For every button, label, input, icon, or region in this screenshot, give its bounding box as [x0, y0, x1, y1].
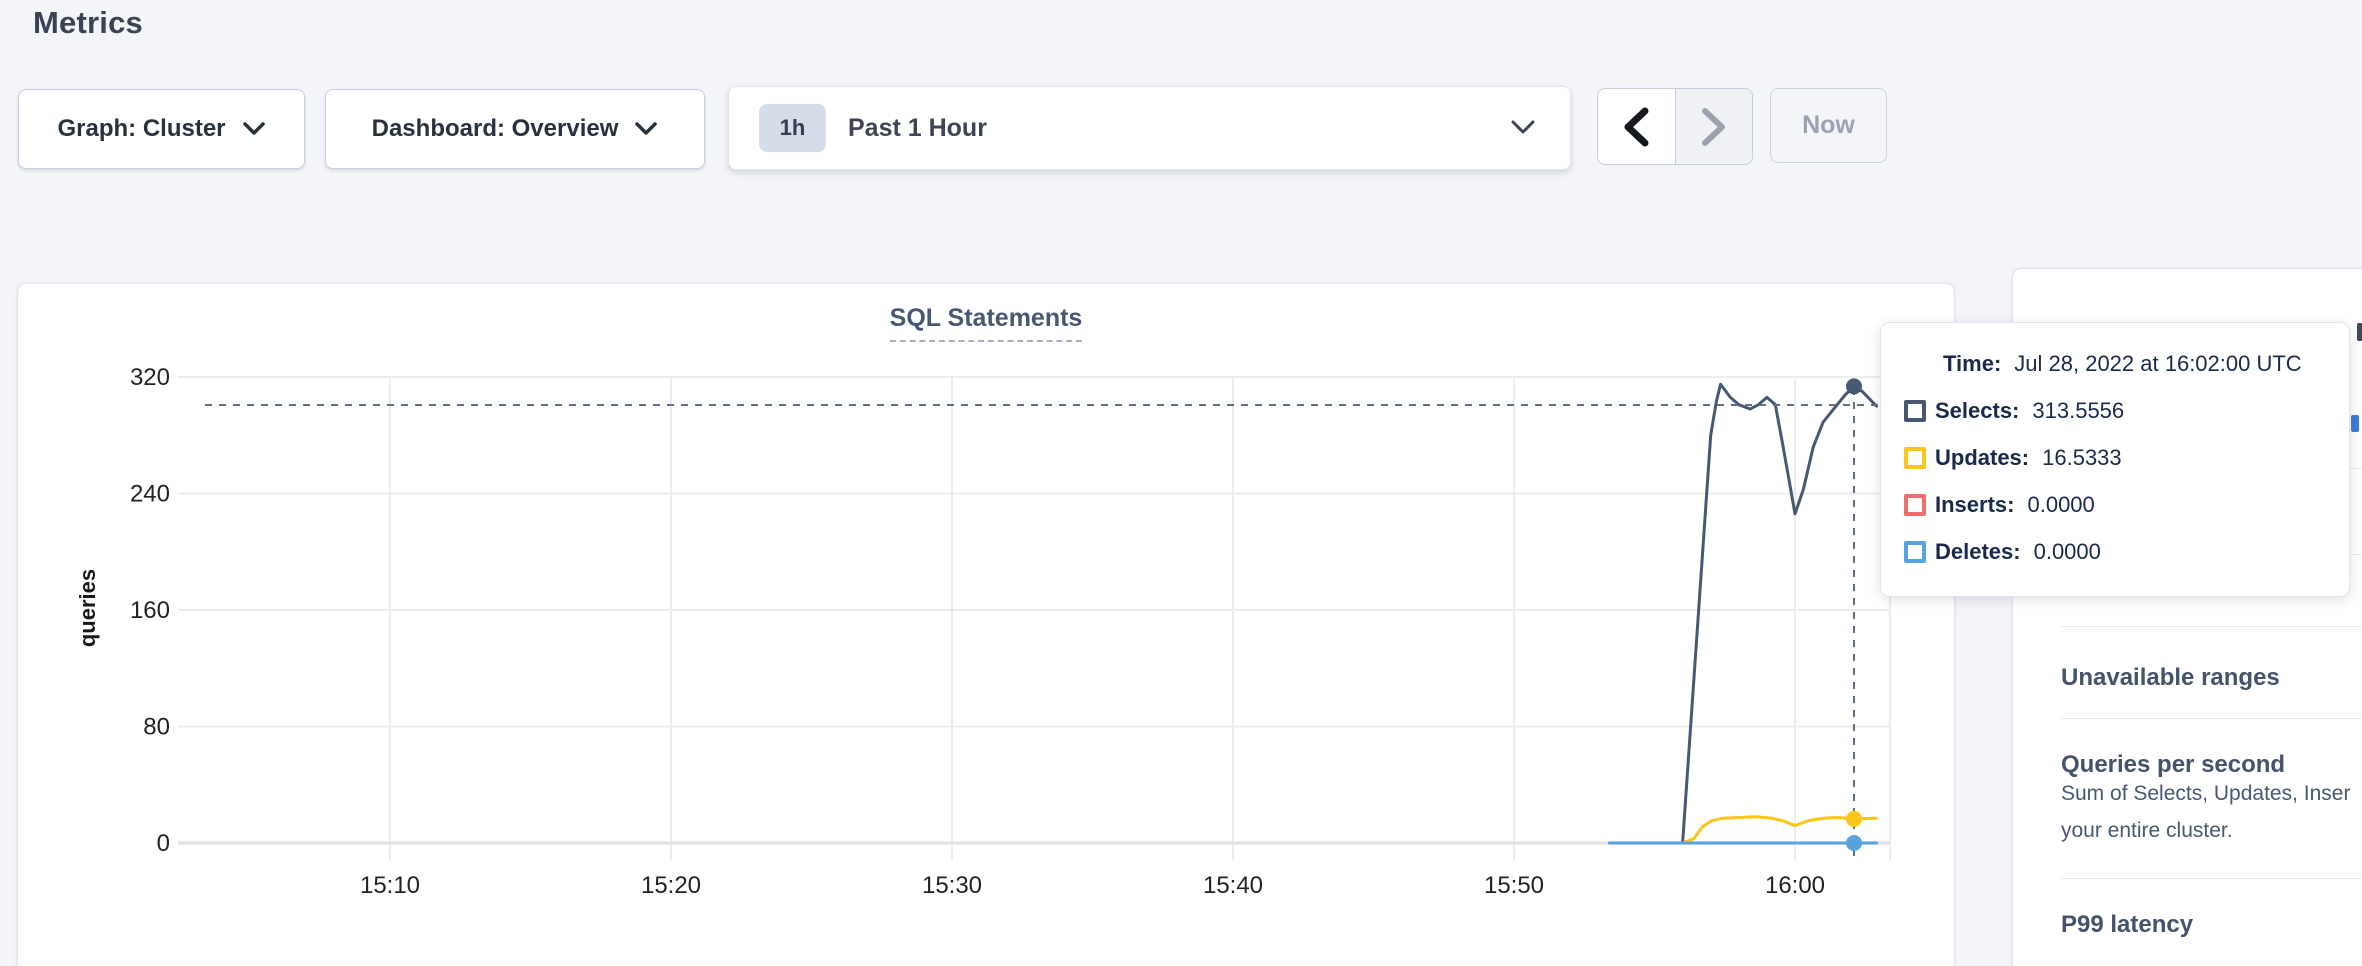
selects-swatch-icon [1904, 400, 1926, 422]
prev-time-button[interactable] [1598, 89, 1675, 164]
tooltip-deletes-value: 0.0000 [2034, 539, 2101, 565]
tooltip-inserts-value: 0.0000 [2027, 492, 2094, 518]
chevron-down-icon [634, 121, 658, 137]
tooltip-selects-label: Selects: [1935, 398, 2019, 424]
time-range-selector[interactable]: 1h Past 1 Hour [728, 86, 1571, 170]
divider [2061, 626, 2362, 627]
time-range-badge: 1h [759, 104, 826, 152]
page-title: Metrics [33, 5, 143, 41]
dashboard-dropdown[interactable]: Dashboard: Overview [325, 89, 705, 169]
tooltip-deletes-label: Deletes: [1935, 539, 2021, 565]
tooltip-time-value: Jul 28, 2022 at 16:02:00 UTC [2014, 351, 2301, 377]
clipped-link-glyph[interactable] [2351, 415, 2359, 432]
deletes-swatch-icon [1904, 541, 1926, 563]
chevron-right-icon [1700, 107, 1728, 147]
description-line: your entire cluster. [2061, 819, 2233, 842]
graph-dropdown-label: Graph: Cluster [57, 115, 225, 143]
sidebar-item-unavailable-ranges: Unavailable ranges [2061, 664, 2280, 692]
tooltip-updates-value: 16.5333 [2042, 445, 2122, 471]
chevron-down-icon [1510, 119, 1536, 137]
dashboard-dropdown-label: Dashboard: Overview [372, 115, 619, 143]
divider [2061, 718, 2362, 719]
sidebar-item-p99-latency: P99 latency [2061, 911, 2193, 939]
chevron-down-icon [242, 121, 266, 137]
tooltip-time-label: Time: [1943, 351, 2001, 377]
now-button[interactable]: Now [1770, 88, 1887, 163]
inserts-swatch-icon [1904, 494, 1926, 516]
now-button-label: Now [1802, 111, 1855, 140]
tooltip-updates-label: Updates: [1935, 445, 2029, 471]
tooltip-inserts-label: Inserts: [1935, 492, 2014, 518]
graph-dropdown[interactable]: Graph: Cluster [18, 89, 305, 169]
next-time-button[interactable] [1675, 89, 1753, 164]
chart-plot-area[interactable] [178, 330, 1890, 860]
divider [2061, 878, 2362, 879]
description-line: Sum of Selects, Updates, Inser [2061, 782, 2350, 805]
queries-per-second-description: Sum of Selects, Updates, Inser your enti… [2061, 775, 2350, 849]
updates-swatch-icon [1904, 447, 1926, 469]
time-step-arrows [1597, 88, 1753, 165]
chevron-left-icon [1622, 107, 1650, 147]
chart-hover-tooltip: Time: Jul 28, 2022 at 16:02:00 UTC Selec… [1880, 322, 2350, 597]
clipped-heading-glyph [2357, 323, 2362, 341]
tooltip-selects-value: 313.5556 [2032, 398, 2124, 424]
time-range-label: Past 1 Hour [848, 114, 987, 143]
